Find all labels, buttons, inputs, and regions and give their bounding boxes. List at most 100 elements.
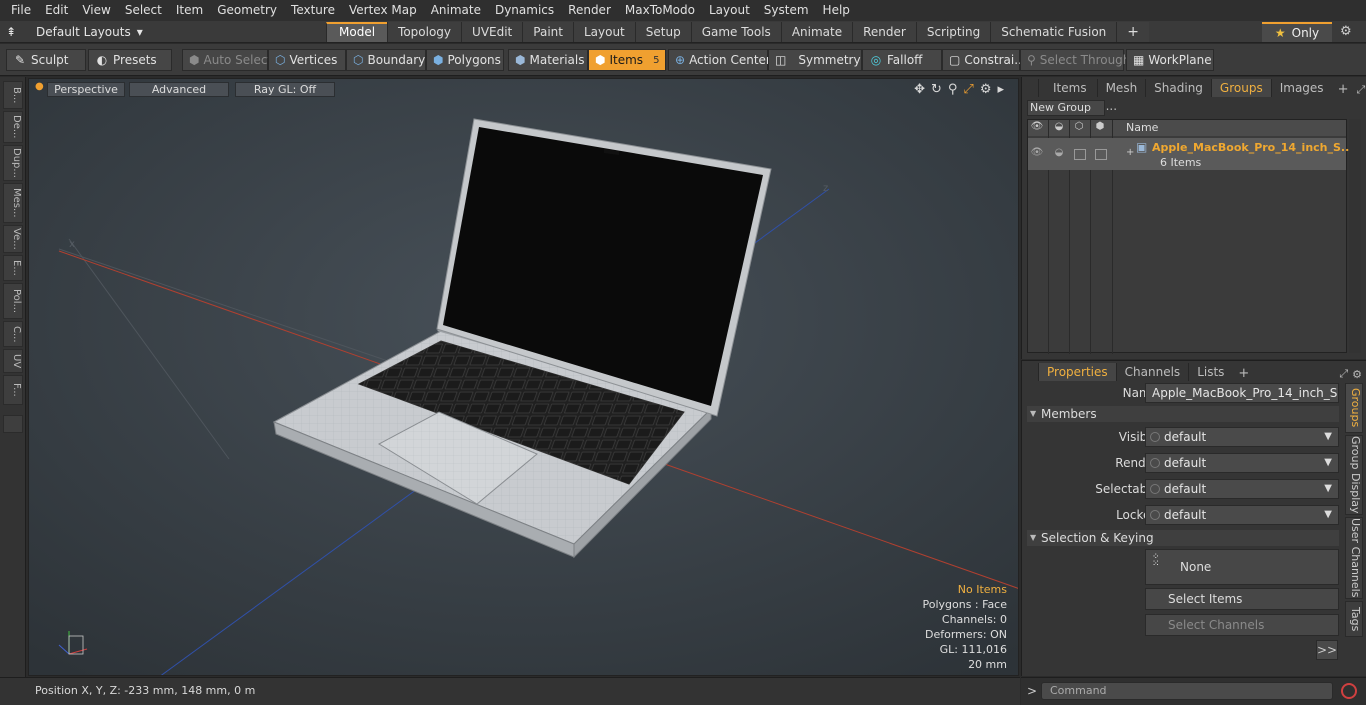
constraints-button[interactable]: ▢ Constrai... <box>942 49 1026 71</box>
tab-groups[interactable]: Groups <box>1210 79 1271 97</box>
menu-system[interactable]: System <box>757 0 816 21</box>
left-tab-deform[interactable]: De... <box>3 111 23 143</box>
tab-lists[interactable]: Lists <box>1188 363 1232 381</box>
layouts-dropdown[interactable]: ⇞ Default Layouts ▾ <box>4 21 143 43</box>
add-tab-button[interactable]: + <box>1116 22 1150 42</box>
auto-select-button[interactable]: ⬢ Auto Select <box>182 49 272 71</box>
render-dropdown[interactable]: default ▼ <box>1145 453 1339 473</box>
tab-game-tools[interactable]: Game Tools <box>690 22 781 42</box>
left-tab-basic[interactable]: B... <box>3 81 23 109</box>
menu-help[interactable]: Help <box>816 0 857 21</box>
advanced-button[interactable]: Advanced <box>129 82 229 97</box>
record-icon[interactable] <box>1341 683 1357 699</box>
expand-button[interactable]: >> <box>1316 640 1338 660</box>
left-tab-duplicate[interactable]: Dup... <box>3 145 23 181</box>
boundary-button[interactable]: ⬡ Boundary <box>346 49 426 71</box>
menu-texture[interactable]: Texture <box>284 0 342 21</box>
group-row[interactable]: 👁 ◒ + ▣ Apple_MacBook_Pro_14_inch_S... 6… <box>1028 138 1353 170</box>
row-render-icon[interactable]: ◒ <box>1050 147 1068 161</box>
select-column-icon[interactable]: ⬡ <box>1070 121 1088 135</box>
tab-render[interactable]: Render <box>852 22 916 42</box>
row-visibility-icon[interactable]: 👁 <box>1028 147 1046 161</box>
left-tab-vertex[interactable]: Ve... <box>3 225 23 253</box>
selection-keying-section[interactable]: ▼ Selection & Keying <box>1027 530 1339 546</box>
panel-expand-icon[interactable]: ⤢ <box>1356 83 1365 97</box>
tab-mesh[interactable]: Mesh ... <box>1096 79 1146 113</box>
perspective-button[interactable]: Perspective <box>47 82 125 97</box>
visible-dropdown[interactable]: default ▼ <box>1145 427 1339 447</box>
select-items-button[interactable]: Select Items <box>1145 588 1339 610</box>
only-button[interactable]: ★ Only <box>1262 22 1332 42</box>
menu-render[interactable]: Render <box>561 0 618 21</box>
menu-maxtomodo[interactable]: MaxToModo <box>618 0 702 21</box>
left-tab-curve[interactable]: C... <box>3 321 23 347</box>
locked-dropdown[interactable]: default ▼ <box>1145 505 1339 525</box>
expand-arrow-icon[interactable]: ▸ <box>997 82 1004 97</box>
tab-schematic-fusion[interactable]: Schematic Fusion <box>990 22 1117 42</box>
tab-setup[interactable]: Setup <box>634 22 691 42</box>
symmetry-button[interactable]: ◫ Symmetry <box>768 49 862 71</box>
name-field[interactable]: Apple_MacBook_Pro_14_inch_Silver ( <box>1145 383 1339 403</box>
move-view-icon[interactable]: ✥ <box>914 82 925 97</box>
rotate-view-icon[interactable]: ↻ <box>931 82 942 97</box>
left-tab-edge[interactable]: E... <box>3 255 23 281</box>
tab-properties[interactable]: Properties <box>1038 363 1116 381</box>
tab-items[interactable]: Items <box>1038 79 1097 97</box>
sculpt-button[interactable]: ✎ Sculpt <box>6 49 86 71</box>
left-tab-fusion[interactable]: F... <box>3 375 23 405</box>
fit-view-icon[interactable]: ⤢ <box>963 82 973 97</box>
tab-images[interactable]: Images <box>1270 79 1332 97</box>
tab-paint[interactable]: Paint <box>522 22 573 42</box>
falloff-button[interactable]: ◎ Falloff <box>862 49 942 71</box>
side-tab-groups[interactable]: Groups <box>1345 383 1363 433</box>
raygl-button[interactable]: Ray GL: Off <box>235 82 335 97</box>
side-tab-tags[interactable]: Tags <box>1345 601 1363 637</box>
workplane-button[interactable]: ▦ WorkPlane <box>1126 49 1214 71</box>
properties-settings-icon[interactable]: ⚙ <box>1352 368 1362 381</box>
selectable-dropdown[interactable]: default ▼ <box>1145 479 1339 499</box>
command-input[interactable]: Command <box>1041 682 1333 700</box>
row-expand-icon[interactable]: + <box>1126 147 1134 158</box>
vertices-button[interactable]: ⬡ Vertices 1 <box>268 49 354 71</box>
render-column-icon[interactable]: ◒ <box>1050 121 1068 135</box>
action-center-button[interactable]: ⊕ Action Center <box>668 49 771 71</box>
viewport-menu-dot[interactable]: ● <box>35 81 44 92</box>
group-name[interactable]: Apple_MacBook_Pro_14_inch_S... <box>1152 141 1353 154</box>
polygons-button[interactable]: ⬢ Polygons <box>426 49 504 71</box>
row-lock-checkbox[interactable] <box>1095 149 1107 160</box>
up-arrow-icon[interactable]: ⇞ <box>4 25 18 39</box>
zoom-view-icon[interactable]: ⚲ <box>948 82 958 97</box>
tab-shading[interactable]: Shading <box>1145 79 1211 97</box>
tab-uvedit[interactable]: UVEdit <box>461 22 523 42</box>
select-channels-button[interactable]: Select Channels <box>1145 614 1339 636</box>
menu-file[interactable]: File <box>4 0 38 21</box>
items-button[interactable]: ⬢ Items 5 <box>588 49 666 71</box>
select-through-button[interactable]: ⚲ Select Through <box>1020 49 1130 71</box>
add-properties-tab-button[interactable]: + <box>1232 366 1255 381</box>
menu-layout[interactable]: Layout <box>702 0 757 21</box>
keying-none-button[interactable]: ⁘ ⁙ None <box>1145 549 1339 585</box>
tab-scripting[interactable]: Scripting <box>915 22 991 42</box>
left-tab-uv[interactable]: UV <box>3 349 23 373</box>
menu-select[interactable]: Select <box>118 0 169 21</box>
visibility-eye-icon[interactable]: 👁 <box>1028 121 1046 135</box>
scene-canvas[interactable]: x z <box>29 79 1019 676</box>
menu-vertex-map[interactable]: Vertex Map <box>342 0 424 21</box>
lock-column-icon[interactable]: ⬢ <box>1091 121 1109 135</box>
members-section[interactable]: ▼ Members <box>1027 406 1339 422</box>
viewport-settings-icon[interactable]: ⚙ <box>980 82 992 97</box>
left-tab-mesh[interactable]: Mes... <box>3 183 23 223</box>
tab-channels[interactable]: Channels <box>1115 363 1189 381</box>
menu-item[interactable]: Item <box>169 0 210 21</box>
menu-geometry[interactable]: Geometry <box>210 0 284 21</box>
name-column-header[interactable]: Name <box>1126 121 1158 134</box>
presets-button[interactable]: ◐ Presets <box>88 49 172 71</box>
tab-layout[interactable]: Layout <box>572 22 635 42</box>
menu-dynamics[interactable]: Dynamics <box>488 0 561 21</box>
tab-animate[interactable]: Animate <box>780 22 853 42</box>
add-panel-tab-button[interactable]: + <box>1332 82 1355 97</box>
new-group-button[interactable]: New Group <box>1027 100 1105 116</box>
menu-animate[interactable]: Animate <box>424 0 488 21</box>
3d-viewport[interactable]: x z ● Perspective Advanced Ray GL: Off ✥… <box>28 78 1019 676</box>
left-tab-polygon[interactable]: Pol... <box>3 283 23 319</box>
